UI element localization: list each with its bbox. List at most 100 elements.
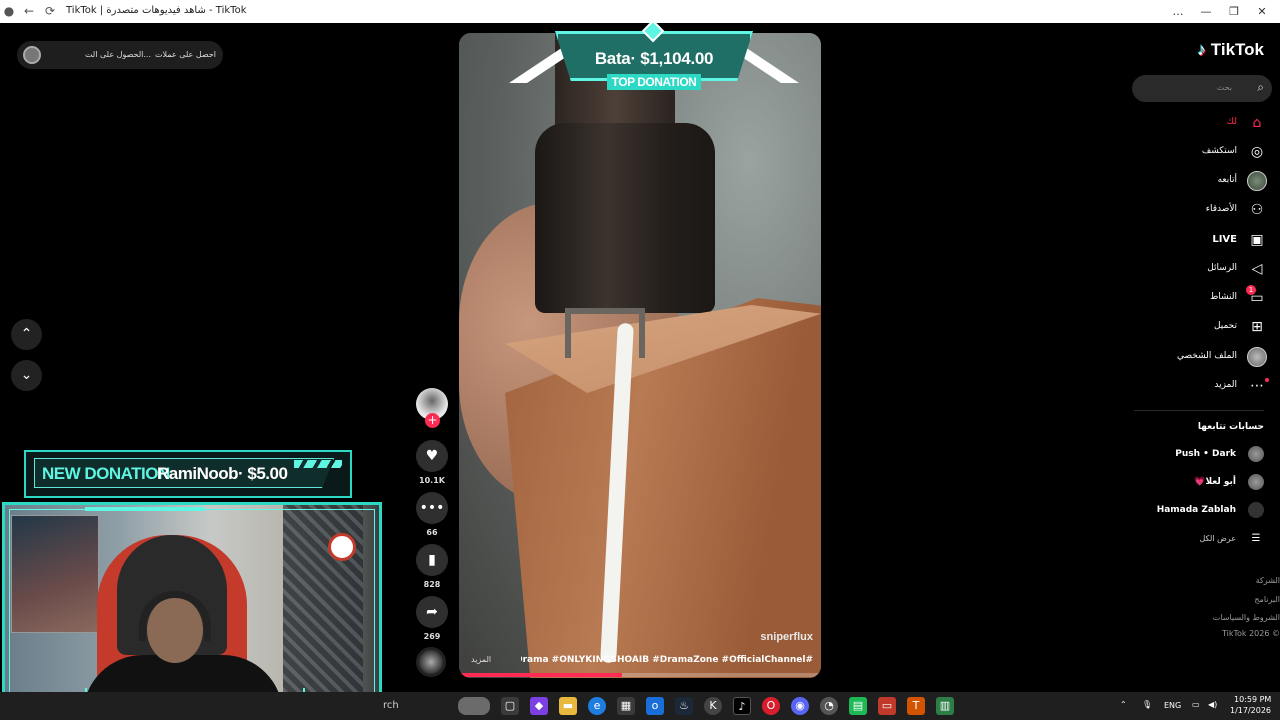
microphone-icon[interactable]: 🎙	[1142, 700, 1152, 709]
next-video-button[interactable]: ⌄	[11, 360, 42, 391]
comment-button[interactable]: •••	[416, 492, 448, 524]
close-button[interactable]: ✕	[1248, 3, 1276, 20]
nav-activity[interactable]: ▭ 1 النشاط	[1132, 285, 1272, 309]
m365-icon[interactable]: ◆	[530, 697, 548, 715]
store-icon[interactable]: ▦	[617, 697, 635, 715]
nav-label: الأصدقاء	[1205, 204, 1237, 214]
clock-date[interactable]: 1/17/2026	[1230, 706, 1271, 715]
profile-icon	[1247, 347, 1267, 367]
share-count: 269	[423, 632, 441, 641]
nav-label: المزيد	[1214, 380, 1237, 390]
video-watermark: sniperflux	[760, 631, 813, 643]
search-icon[interactable]: ⌕	[1257, 80, 1264, 95]
account-name: Hamada Zablah	[1156, 505, 1236, 515]
app-icon[interactable]: ▤	[849, 697, 867, 715]
clock-time[interactable]: 10:59 PM	[1234, 695, 1271, 704]
account-name: أبو لعلا💗	[1194, 477, 1236, 487]
search-bar[interactable]: بحث ⌕	[1132, 75, 1272, 102]
webcam-frame-accent	[85, 507, 205, 511]
see-all-label: عرض الكل	[1199, 534, 1236, 543]
reload-icon[interactable]: ⟳	[43, 4, 57, 18]
share-icon: ➦	[426, 604, 438, 620]
video-hashtags[interactable]: #PakistaniDrama #ONLYKINGSHOAIB #DramaZo…	[521, 655, 813, 665]
nav-explore[interactable]: ◎ استكشف	[1132, 141, 1272, 163]
search-highlight-icon[interactable]	[458, 697, 490, 715]
list-icon: ☰	[1251, 533, 1261, 544]
bookmark-icon: ▮	[428, 552, 436, 568]
caption-more-link[interactable]: المزيد	[471, 655, 491, 664]
steam-icon[interactable]: ♨	[675, 697, 693, 715]
donation-donor: RamiNoob· $5.00	[157, 464, 288, 483]
logo-text: TikTok	[1210, 40, 1264, 59]
following-account[interactable]: أبو لعلا💗	[1124, 474, 1264, 492]
nav-profile[interactable]: الملف الشخصي	[1132, 346, 1272, 368]
search-placeholder: بحث	[1216, 83, 1232, 92]
nav-label: الملف الشخصي	[1177, 351, 1237, 361]
edge-icon[interactable]: e	[588, 697, 606, 715]
maximize-button[interactable]: ❐	[1220, 3, 1248, 20]
see-all-link[interactable]: ☰ عرض الكل	[1124, 531, 1264, 549]
app-icon[interactable]: ▭	[878, 697, 896, 715]
messages-icon: ◁	[1251, 261, 1263, 277]
back-icon[interactable]: ←	[22, 4, 36, 18]
nav-label: استكشف	[1201, 146, 1237, 156]
app-icon[interactable]: K	[704, 697, 722, 715]
file-explorer-icon[interactable]: ▬	[559, 697, 577, 715]
nav-live[interactable]: ▣ LIVE	[1132, 229, 1272, 251]
chevron-up-icon[interactable]: ⌃	[1120, 700, 1127, 709]
network-icon[interactable]: ▭	[1192, 700, 1200, 709]
discord-icon[interactable]: ◉	[791, 697, 809, 715]
tiktok-logo[interactable]: ♪ TikTok	[1198, 40, 1264, 60]
save-button[interactable]: ▮	[416, 544, 448, 576]
following-account[interactable]: Push • Dark	[1124, 446, 1264, 464]
task-view-icon[interactable]: ▢	[501, 697, 519, 715]
more-dot	[1265, 378, 1269, 382]
video-player[interactable]: sniperflux المزيد #PakistaniDrama #ONLYK…	[459, 33, 821, 678]
following-account[interactable]: Hamada Zablah	[1124, 502, 1264, 520]
language-indicator[interactable]: ENG	[1164, 701, 1181, 710]
user-avatar[interactable]	[23, 46, 41, 64]
chevron-down-icon: ⌄	[20, 367, 33, 383]
activity-badge: 1	[1246, 285, 1256, 295]
outlook-icon[interactable]: o	[646, 697, 664, 715]
avatar	[1247, 171, 1267, 191]
tiktok-taskbar-icon[interactable]: ♪	[733, 697, 751, 715]
account-avatar	[1248, 502, 1264, 518]
footer-program[interactable]: البرنامج	[1254, 595, 1280, 604]
nav-following[interactable]: أتابعه	[1132, 170, 1272, 192]
app-icon[interactable]: ▥	[936, 697, 954, 715]
new-donation-overlay: NEW DONATION RamiNoob· $5.00	[24, 450, 352, 498]
footer-company[interactable]: الشركة	[1256, 576, 1280, 585]
taskbar-search[interactable]: rch	[383, 700, 399, 711]
footer-copyright: © 2026 TikTok	[1221, 629, 1280, 638]
get-app-button[interactable]: الحصول على الت...	[65, 50, 151, 59]
follow-plus-icon[interactable]: +	[425, 413, 440, 428]
comment-icon: •••	[419, 500, 445, 516]
like-button[interactable]: ♥	[416, 440, 448, 472]
app-icon[interactable]: T	[907, 697, 925, 715]
nav-for-you[interactable]: ⌂ لك	[1132, 112, 1272, 134]
minimize-button[interactable]: —	[1192, 3, 1220, 20]
decorative-stripes	[294, 460, 342, 468]
sidebar-divider	[1134, 410, 1264, 411]
video-progress-bar[interactable]	[459, 673, 821, 677]
obs-icon[interactable]: ◔	[820, 697, 838, 715]
music-disc[interactable]	[416, 647, 446, 677]
previous-video-button[interactable]: ⌃	[11, 319, 42, 350]
share-button[interactable]: ➦	[416, 596, 448, 628]
tiktok-note-icon: ♪	[1197, 40, 1207, 59]
account-name: Push • Dark	[1175, 449, 1236, 459]
account-avatar	[1248, 446, 1264, 462]
volume-icon[interactable]: ◀)	[1208, 700, 1217, 709]
nav-upload[interactable]: ⊞ تحميل	[1132, 316, 1272, 338]
footer-terms[interactable]: الشروط والسياسات	[1213, 613, 1280, 622]
menu-button[interactable]: …	[1164, 3, 1192, 20]
nav-more[interactable]: ⋯ المزيد	[1132, 375, 1272, 397]
nav-label: الرسائل	[1207, 263, 1237, 273]
top-donation-tag: TOP DONATION	[607, 74, 701, 90]
nav-friends[interactable]: ⚇ الأصدقاء	[1132, 199, 1272, 221]
get-coins-button[interactable]: احصل على عملات	[144, 50, 216, 59]
opera-icon[interactable]: O	[762, 697, 780, 715]
nav-messages[interactable]: ◁ الرسائل	[1132, 258, 1272, 280]
like-count: 10.1K	[419, 476, 445, 485]
